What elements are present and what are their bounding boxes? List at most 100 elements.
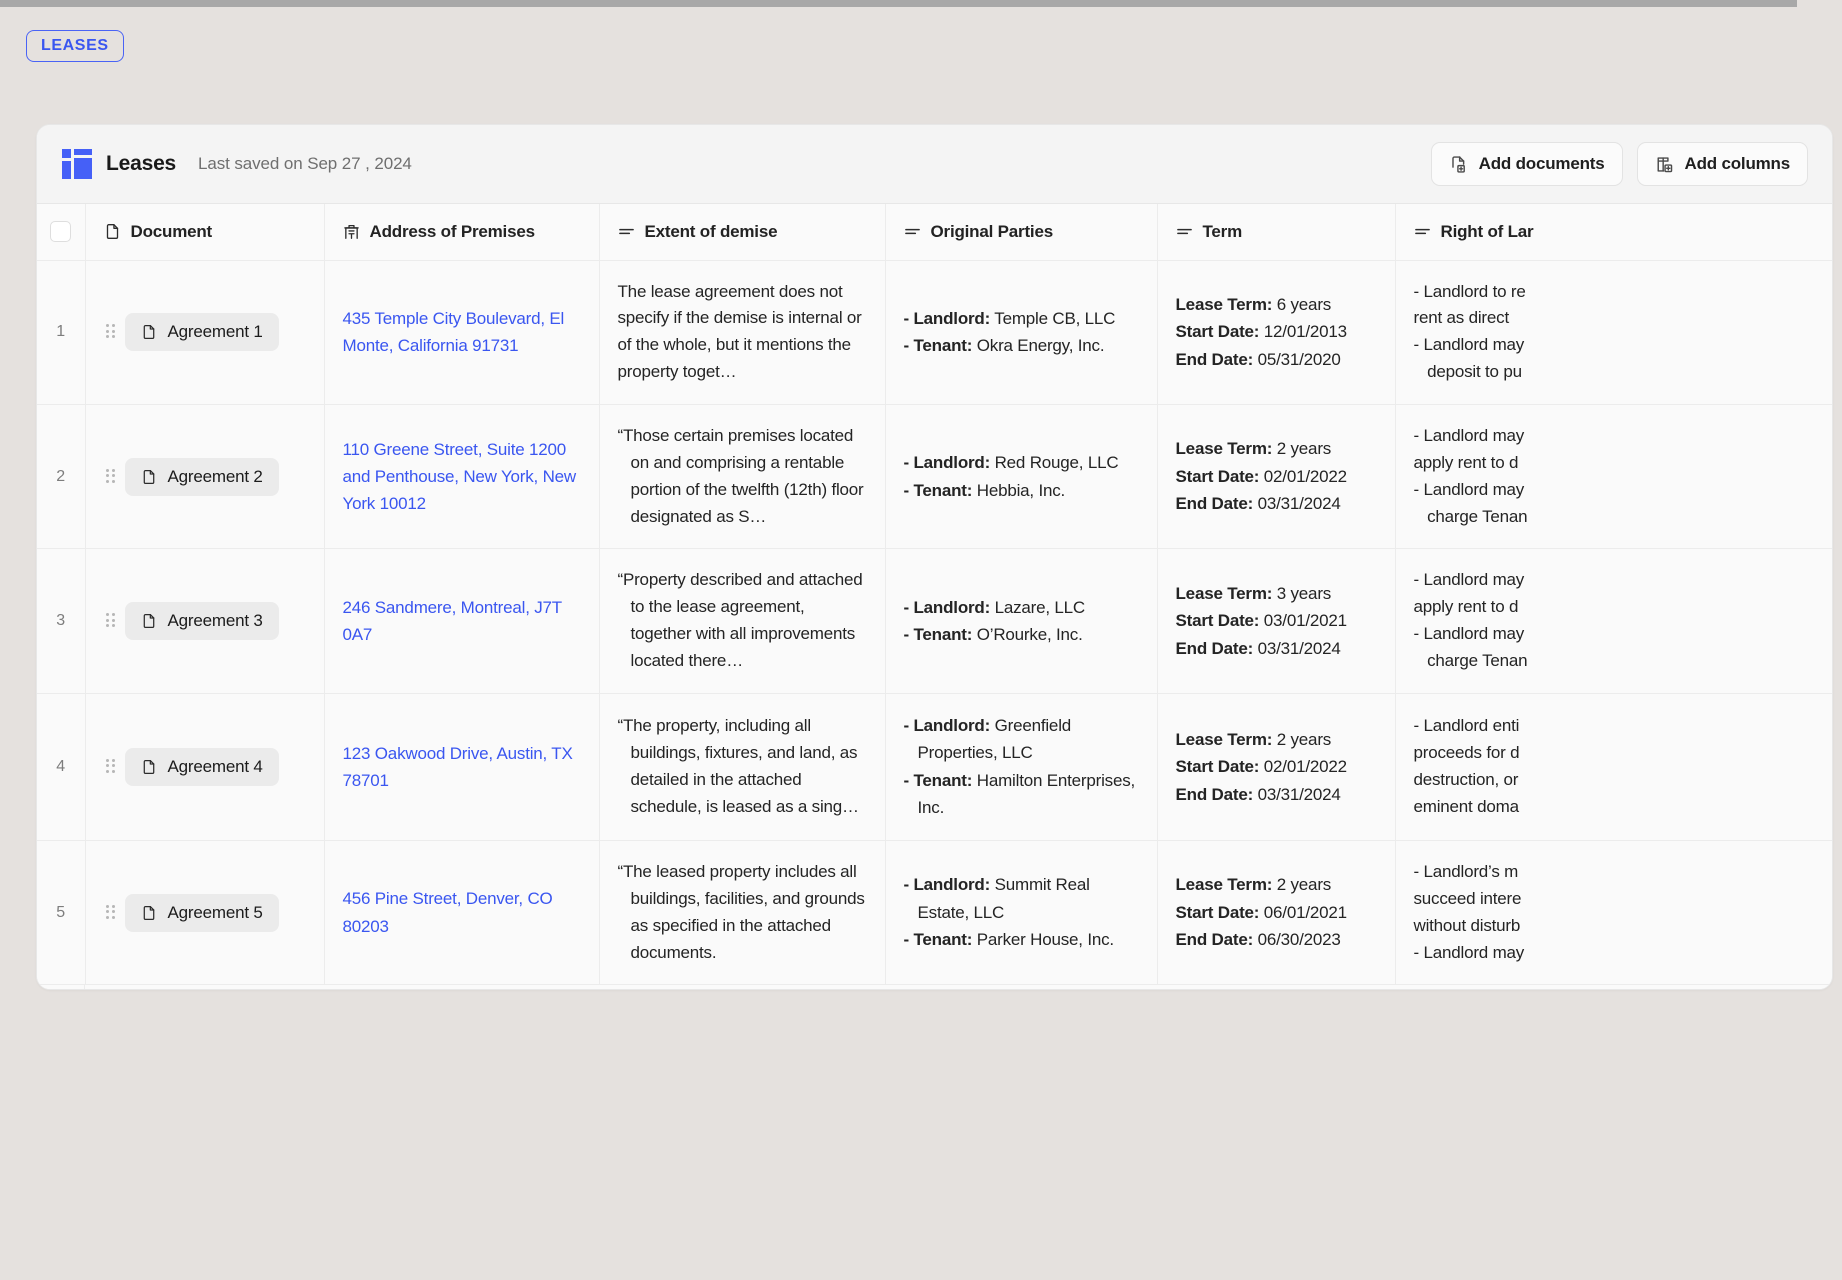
term-value: 03/31/2024 <box>1253 639 1341 658</box>
table-row: 5 <box>37 840 1832 984</box>
leases-badge-wrap: LEASES <box>26 30 124 62</box>
document-pill-label: Agreement 3 <box>168 611 263 631</box>
drag-handle-icon[interactable] <box>106 324 116 340</box>
column-header-term-label: Term <box>1203 222 1243 242</box>
cell-extent[interactable]: “Those certain premises located on and c… <box>599 404 885 548</box>
extent-text: “The property, including all buildings, … <box>618 713 867 820</box>
term-label: Lease Term: <box>1176 295 1273 314</box>
column-header-extent-label: Extent of demise <box>645 222 778 242</box>
cell-address[interactable]: 110 Greene Street, Suite 1200 and Pentho… <box>324 404 599 548</box>
cell-right-of-landlord[interactable]: - Landlord may apply rent to d - Landlor… <box>1395 404 1832 548</box>
cell-extent[interactable]: The lease agreement does not specify if … <box>599 260 885 404</box>
term-label: End Date: <box>1176 639 1254 658</box>
extent-text: “Property described and attached to the … <box>618 567 867 674</box>
party-value: Okra Energy, Inc. <box>972 336 1104 355</box>
party-label: - Landlord: <box>904 309 991 328</box>
address-link[interactable]: 123 Oakwood Drive, Austin, TX 78701 <box>343 744 573 790</box>
table-row: 3 <box>37 549 1832 693</box>
right-of-landlord-text: - Landlord may apply rent to d - Landlor… <box>1414 567 1833 674</box>
add-columns-button[interactable]: Add columns <box>1637 142 1808 186</box>
cell-extent[interactable]: “Property described and attached to the … <box>599 549 885 693</box>
document-pill[interactable]: Agreement 5 <box>125 894 279 932</box>
address-link[interactable]: 246 Sandmere, Montreal, J7T 0A7 <box>343 598 562 644</box>
leases-badge[interactable]: LEASES <box>26 30 124 62</box>
term-label: End Date: <box>1176 494 1254 513</box>
party-label: - Landlord: <box>904 716 991 735</box>
cell-document[interactable]: Agreement 1 <box>85 260 324 404</box>
column-header-right-label: Right of Lar <box>1441 222 1534 242</box>
cell-right-of-landlord[interactable]: - Landlord to re rent as direct - Landlo… <box>1395 260 1832 404</box>
table-header-row: Document <box>37 204 1832 260</box>
cell-term[interactable]: Lease Term: 2 years Start Date: 02/01/20… <box>1157 693 1395 840</box>
term-label: Start Date: <box>1176 611 1260 630</box>
cell-extent[interactable]: “The property, including all buildings, … <box>599 693 885 840</box>
cell-document[interactable]: Agreement 3 <box>85 549 324 693</box>
cell-address[interactable]: 123 Oakwood Drive, Austin, TX 78701 <box>324 693 599 840</box>
leases-table: Document <box>37 204 1832 985</box>
column-header-term[interactable]: Term <box>1157 204 1395 260</box>
drag-handle-icon[interactable] <box>106 759 116 775</box>
add-row-bar[interactable]: + Add row <box>37 985 1832 990</box>
party-label: - Tenant: <box>904 336 973 355</box>
term-value: 06/30/2023 <box>1253 930 1341 949</box>
cell-parties[interactable]: - Landlord: Greenfield Properties, LLC -… <box>885 693 1157 840</box>
column-header-extent[interactable]: Extent of demise <box>599 204 885 260</box>
document-pill-label: Agreement 4 <box>168 757 263 777</box>
add-row-plus-icon[interactable]: + <box>37 985 85 990</box>
cell-address[interactable]: 435 Temple City Boulevard, El Monte, Cal… <box>324 260 599 404</box>
cell-document[interactable]: Agreement 2 <box>85 404 324 548</box>
term-list: Lease Term: 2 years Start Date: 06/01/20… <box>1176 871 1377 954</box>
cell-right-of-landlord[interactable]: - Landlord enti proceeds for d destructi… <box>1395 693 1832 840</box>
file-icon <box>141 613 157 629</box>
cell-term[interactable]: Lease Term: 2 years Start Date: 06/01/20… <box>1157 840 1395 984</box>
term-value: 05/31/2020 <box>1253 350 1341 369</box>
document-pill[interactable]: Agreement 1 <box>125 313 279 351</box>
address-link[interactable]: 110 Greene Street, Suite 1200 and Pentho… <box>343 440 577 513</box>
add-columns-label: Add columns <box>1685 154 1790 174</box>
cell-document[interactable]: Agreement 5 <box>85 840 324 984</box>
column-header-address-label: Address of Premises <box>370 222 535 242</box>
table-scroll-area[interactable]: Document <box>37 204 1832 990</box>
term-list: Lease Term: 6 years Start Date: 12/01/20… <box>1176 291 1377 374</box>
column-header-parties[interactable]: Original Parties <box>885 204 1157 260</box>
cell-parties[interactable]: - Landlord: Temple CB, LLC - Tenant: Okr… <box>885 260 1157 404</box>
drag-handle-icon[interactable] <box>106 469 116 485</box>
cell-right-of-landlord[interactable]: - Landlord’s m succeed intere without di… <box>1395 840 1832 984</box>
cell-address[interactable]: 456 Pine Street, Denver, CO 80203 <box>324 840 599 984</box>
column-header-address[interactable]: Address of Premises <box>324 204 599 260</box>
cell-right-of-landlord[interactable]: - Landlord may apply rent to d - Landlor… <box>1395 549 1832 693</box>
cell-term[interactable]: Lease Term: 6 years Start Date: 12/01/20… <box>1157 260 1395 404</box>
column-header-document[interactable]: Document <box>85 204 324 260</box>
select-all-checkbox[interactable] <box>50 221 71 242</box>
last-saved-text: Last saved on Sep 27 , 2024 <box>198 154 412 174</box>
address-link[interactable]: 456 Pine Street, Denver, CO 80203 <box>343 889 553 935</box>
column-header-right-of-landlord[interactable]: Right of Lar <box>1395 204 1832 260</box>
cell-parties[interactable]: - Landlord: Lazare, LLC - Tenant: O’Rour… <box>885 549 1157 693</box>
document-pill[interactable]: Agreement 3 <box>125 602 279 640</box>
column-plus-icon <box>1655 155 1674 174</box>
row-number: 5 <box>37 840 85 984</box>
term-label: Start Date: <box>1176 903 1260 922</box>
document-pill[interactable]: Agreement 4 <box>125 748 279 786</box>
cell-term[interactable]: Lease Term: 3 years Start Date: 03/01/20… <box>1157 549 1395 693</box>
cell-parties[interactable]: - Landlord: Summit Real Estate, LLC - Te… <box>885 840 1157 984</box>
drag-handle-icon[interactable] <box>106 905 116 921</box>
drag-handle-icon[interactable] <box>106 613 116 629</box>
cell-extent[interactable]: “The leased property includes all buildi… <box>599 840 885 984</box>
party-value: Temple CB, LLC <box>990 309 1115 328</box>
address-link[interactable]: 435 Temple City Boulevard, El Monte, Cal… <box>343 309 565 355</box>
table-header: Document <box>37 204 1832 260</box>
cell-document[interactable]: Agreement 4 <box>85 693 324 840</box>
party-label: - Landlord: <box>904 875 991 894</box>
table-body: 1 <box>37 260 1832 985</box>
cell-parties[interactable]: - Landlord: Red Rouge, LLC - Tenant: Heb… <box>885 404 1157 548</box>
cell-address[interactable]: 246 Sandmere, Montreal, J7T 0A7 <box>324 549 599 693</box>
add-documents-button[interactable]: Add documents <box>1431 142 1623 186</box>
term-value: 03/31/2024 <box>1253 785 1341 804</box>
file-icon <box>141 324 157 340</box>
document-pill[interactable]: Agreement 2 <box>125 458 279 496</box>
text-lines-icon <box>618 225 635 238</box>
term-value: 6 years <box>1272 295 1331 314</box>
cell-term[interactable]: Lease Term: 2 years Start Date: 02/01/20… <box>1157 404 1395 548</box>
party-label: - Tenant: <box>904 771 973 790</box>
